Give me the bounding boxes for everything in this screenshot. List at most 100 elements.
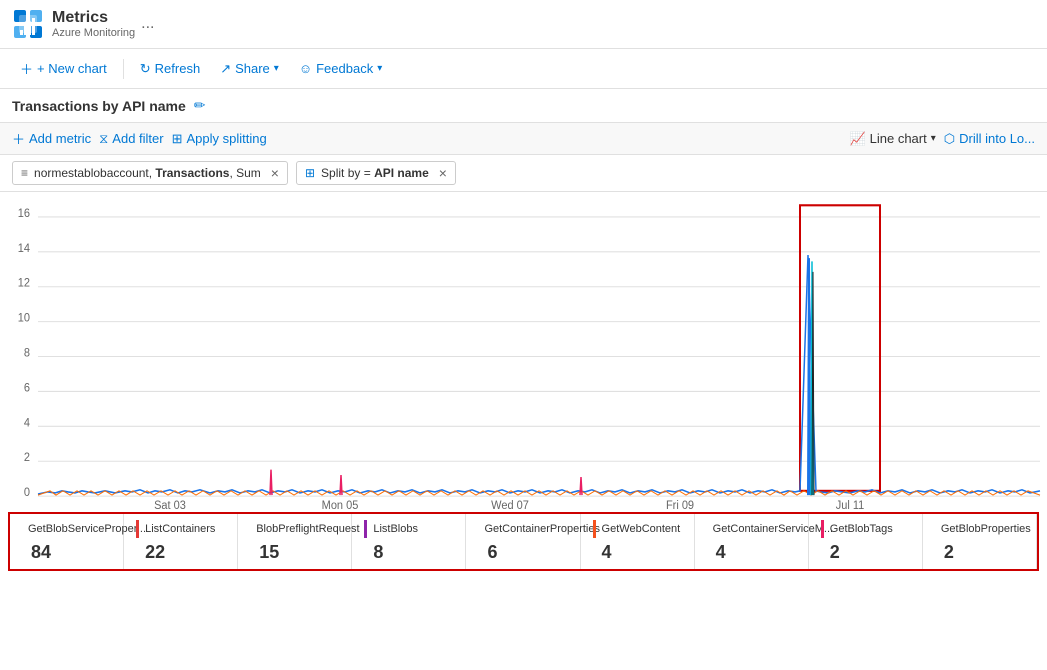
legend-value: 8 — [364, 542, 453, 563]
svg-text:4: 4 — [24, 417, 30, 429]
refresh-button[interactable]: ↻ Refresh — [132, 57, 208, 81]
drill-icon: ⬡ — [944, 131, 955, 147]
legend-name: ListContainers — [136, 520, 225, 538]
main-toolbar: ＋ + New chart ↻ Refresh ↗ Share ▾ ☺ Feed… — [0, 49, 1047, 89]
legend-item: ListBlobs 8 — [352, 514, 466, 569]
legend-color-bar — [136, 520, 139, 538]
legend-value: 15 — [250, 542, 339, 563]
refresh-icon: ↻ — [140, 61, 151, 77]
chart-type-select[interactable]: 📈 Line chart ▾ — [849, 131, 935, 147]
legend-name: GetWebContent — [593, 520, 682, 538]
chart-title-bar: Transactions by API name ✏ — [0, 89, 1047, 123]
legend-area: GetBlobServiceProper... 84 ListContainer… — [8, 512, 1039, 571]
svg-text:Sat 03: Sat 03 — [154, 500, 186, 512]
metrics-toolbar-left: ＋ Add metric ⧖ Add filter ⊞ Apply splitt… — [12, 129, 841, 148]
legend-color-bar — [364, 520, 367, 538]
plus-icon: ＋ — [20, 59, 33, 78]
feedback-button[interactable]: ☺ Feedback ▾ — [291, 57, 390, 80]
svg-text:Jul 11: Jul 11 — [836, 500, 865, 512]
svg-text:12: 12 — [18, 277, 30, 289]
metric-filter-tag: ≡ normestablobaccount, Transactions, Sum… — [12, 161, 288, 185]
svg-text:8: 8 — [24, 347, 30, 359]
svg-text:0: 0 — [24, 487, 30, 499]
filters-row: ≡ normestablobaccount, Transactions, Sum… — [0, 155, 1047, 192]
add-metric-label: Add metric — [29, 131, 91, 146]
drill-label: Drill into Lo... — [959, 131, 1035, 146]
app-subtitle: Azure Monitoring — [52, 27, 135, 39]
new-chart-label: + New chart — [37, 61, 107, 76]
share-dropdown-arrow: ▾ — [274, 63, 279, 74]
add-filter-button[interactable]: ⧖ Add filter — [99, 131, 163, 147]
legend-value: 22 — [136, 542, 225, 563]
legend-item: GetContainerProperties 6 — [466, 514, 580, 569]
refresh-label: Refresh — [155, 61, 201, 76]
svg-text:14: 14 — [18, 243, 30, 255]
splitting-icon: ⊞ — [172, 131, 183, 147]
metrics-toolbar: ＋ Add metric ⧖ Add filter ⊞ Apply splitt… — [0, 123, 1047, 155]
metrics-toolbar-right: 📈 Line chart ▾ ⬡ Drill into Lo... — [849, 131, 1035, 147]
metric-filter-close[interactable]: × — [271, 165, 279, 181]
feedback-dropdown-arrow: ▾ — [377, 63, 382, 74]
add-metric-button[interactable]: ＋ Add metric — [12, 129, 91, 148]
svg-text:16: 16 — [18, 208, 30, 220]
legend-value: 4 — [593, 542, 682, 563]
share-label: Share — [235, 61, 270, 76]
legend-name: GetBlobProperties — [935, 520, 1024, 538]
legend-value: 4 — [707, 542, 796, 563]
legend-item: ListContainers 22 — [124, 514, 238, 569]
app-header: Metrics Azure Monitoring ... — [0, 0, 1047, 49]
chart-type-dropdown-arrow: ▾ — [931, 133, 936, 144]
legend-item: GetBlobProperties 2 — [923, 514, 1037, 569]
legend-name: GetContainerProperties — [478, 520, 567, 538]
app-icon — [12, 8, 44, 40]
toolbar-separator-1 — [123, 59, 124, 79]
add-metric-icon: ＋ — [12, 129, 25, 148]
edit-icon[interactable]: ✏ — [194, 97, 206, 114]
feedback-icon: ☺ — [299, 61, 312, 76]
apply-splitting-button[interactable]: ⊞ Apply splitting — [172, 131, 267, 147]
legend-value: 84 — [22, 542, 111, 563]
legend-item: GetContainerServiceM... 4 — [695, 514, 809, 569]
split-icon: ⊞ — [305, 166, 315, 180]
split-by-close[interactable]: × — [439, 165, 447, 181]
svg-text:Mon 05: Mon 05 — [322, 500, 359, 512]
legend-name: ListBlobs — [364, 520, 453, 538]
share-icon: ↗ — [220, 61, 231, 77]
legend-item: GetWebContent 4 — [581, 514, 695, 569]
app-title-block: Metrics Azure Monitoring — [52, 9, 135, 39]
filter-icon: ⧖ — [99, 131, 108, 147]
drill-button[interactable]: ⬡ Drill into Lo... — [944, 131, 1035, 147]
legend-color-bar — [821, 520, 824, 538]
line-chart-icon: 📈 — [849, 131, 865, 147]
legend-value: 2 — [821, 542, 910, 563]
svg-text:2: 2 — [24, 452, 30, 464]
chart-area: 0 2 4 6 8 10 12 14 16 Sat 03 Mon 05 Wed … — [0, 192, 1047, 512]
legend-name: GetContainerServiceM... — [707, 520, 796, 538]
app-title: Metrics — [52, 9, 135, 27]
new-chart-button[interactable]: ＋ + New chart — [12, 55, 115, 82]
chart-svg: 0 2 4 6 8 10 12 14 16 Sat 03 Mon 05 Wed … — [0, 200, 1047, 512]
svg-text:10: 10 — [18, 312, 30, 324]
svg-text:Fri 09: Fri 09 — [666, 500, 694, 512]
legend-value: 2 — [935, 542, 1024, 563]
add-filter-label: Add filter — [112, 131, 163, 146]
svg-text:6: 6 — [24, 382, 30, 394]
apply-splitting-label: Apply splitting — [187, 131, 267, 146]
chart-type-label: Line chart — [870, 131, 927, 146]
app-more-button[interactable]: ... — [141, 15, 154, 33]
legend-name: GetBlobServiceProper... — [22, 520, 111, 538]
legend-name: GetBlobTags — [821, 520, 910, 538]
legend-value: 6 — [478, 542, 567, 563]
legend-name: BlobPreflightRequest — [250, 520, 339, 538]
metric-filter-text: normestablobaccount, Transactions, Sum — [34, 166, 261, 180]
chart-title: Transactions by API name — [12, 98, 186, 114]
legend-item: BlobPreflightRequest 15 — [238, 514, 352, 569]
legend-item: GetBlobTags 2 — [809, 514, 923, 569]
legend-item: GetBlobServiceProper... 84 — [10, 514, 124, 569]
split-by-tag: ⊞ Split by = API name × — [296, 161, 456, 185]
legend-color-bar — [593, 520, 596, 538]
svg-text:Wed 07: Wed 07 — [491, 500, 529, 512]
feedback-label: Feedback — [316, 61, 373, 76]
share-button[interactable]: ↗ Share ▾ — [212, 57, 287, 81]
filter-tag-icon: ≡ — [21, 166, 28, 180]
